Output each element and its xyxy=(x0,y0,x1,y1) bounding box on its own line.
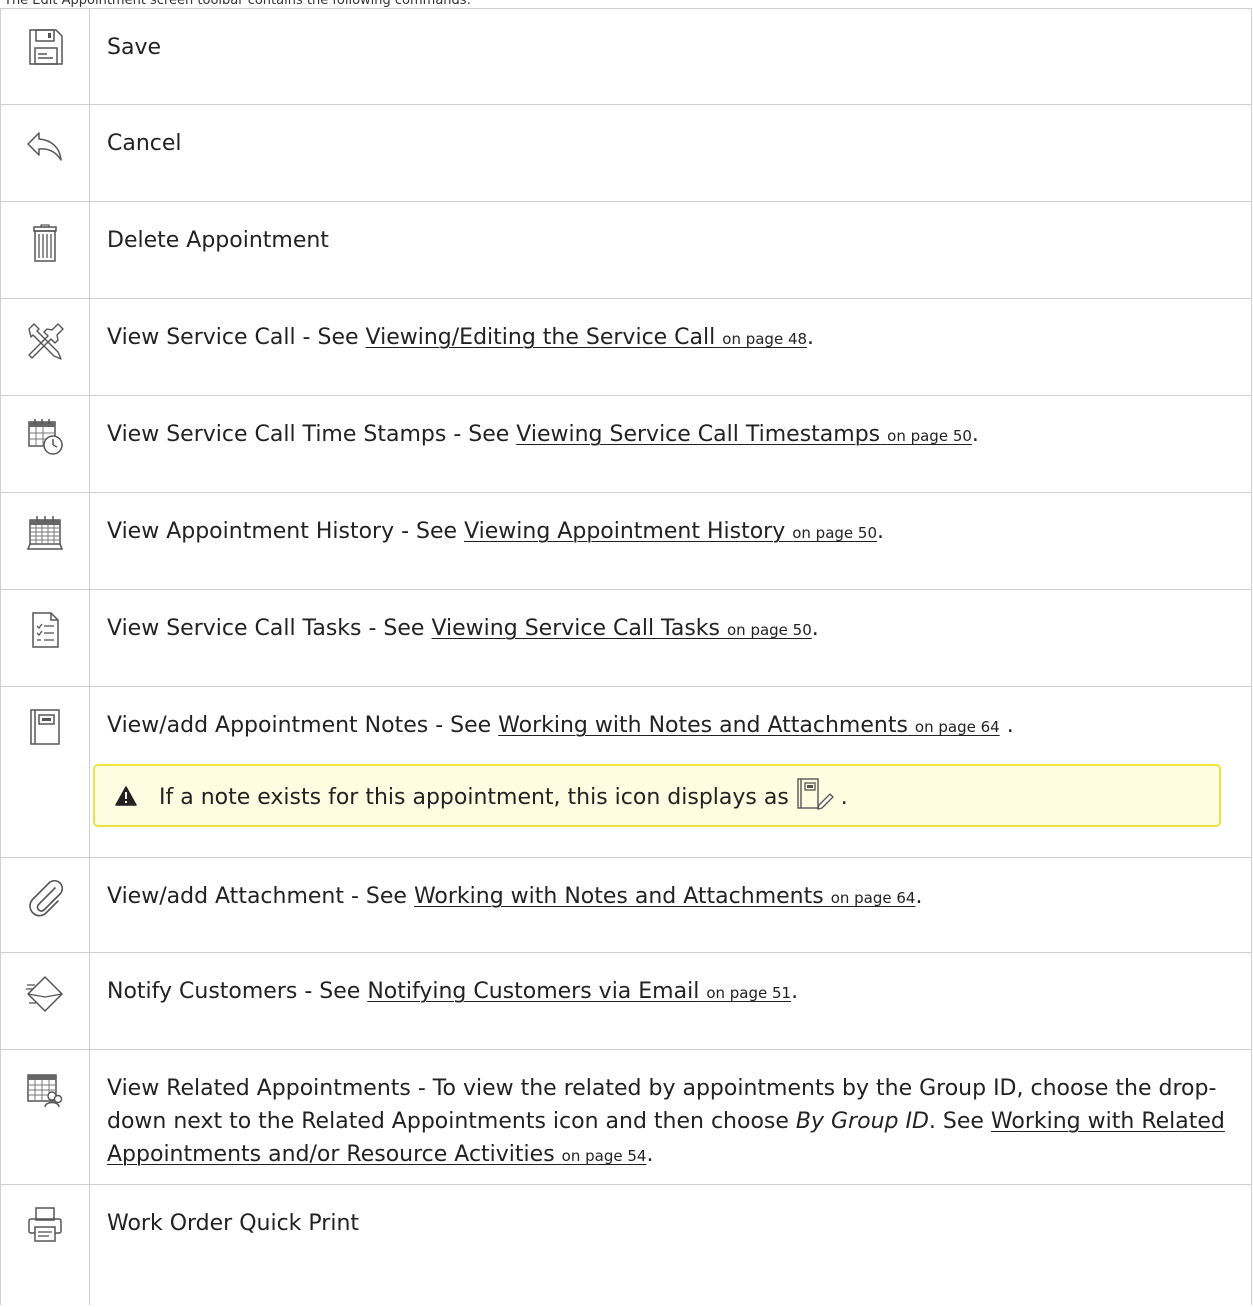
task-list-icon xyxy=(32,612,59,648)
cross-reference-link[interactable]: Viewing Appointment History on page 50 xyxy=(464,519,877,544)
table-row: Save xyxy=(0,8,1252,105)
command-label: Delete Appointment xyxy=(107,228,329,253)
undo-arrow-icon xyxy=(27,132,62,161)
cross-reference-link[interactable]: Viewing Service Call Timestamps on page … xyxy=(516,422,972,447)
cross-reference-link[interactable]: Viewing Service Call Tasks on page 50 xyxy=(431,616,811,641)
table-row: View Service Call Time Stamps - See View… xyxy=(0,395,1252,493)
table-row: View/add Attachment - See Working with N… xyxy=(0,857,1252,953)
paperclip-icon xyxy=(29,879,64,917)
table-row: Delete Appointment xyxy=(0,201,1252,299)
table-row: Notify Customers - See Notifying Custome… xyxy=(0,952,1252,1050)
floppy-disk-icon xyxy=(29,29,63,65)
table-row: Work Order Quick Print xyxy=(0,1184,1252,1305)
table-row: View Service Call Tasks - See Viewing Se… xyxy=(0,589,1252,687)
table-row: View Service Call - See Viewing/Editing … xyxy=(0,298,1252,396)
calendar-clock-icon xyxy=(28,419,63,455)
table-row: Cancel xyxy=(0,104,1252,202)
table-row: View/add Appointment Notes - See Working… xyxy=(0,686,1252,858)
command-label: Save xyxy=(107,35,162,60)
cross-reference-link[interactable]: Working with Notes and Attachments on pa… xyxy=(498,713,1000,738)
command-label: Cancel xyxy=(107,131,182,156)
trash-can-icon xyxy=(33,224,57,262)
tools-icon xyxy=(28,323,64,360)
cross-reference-link[interactable]: Working with Notes and Attachments on pa… xyxy=(414,884,916,909)
cross-reference-link[interactable]: Viewing/Editing the Service Call on page… xyxy=(366,325,808,350)
warning-icon xyxy=(115,785,137,806)
notebook-icon xyxy=(30,709,60,745)
calendar-people-icon xyxy=(27,1074,63,1108)
callout-text: If a note exists for this appointment, t… xyxy=(159,778,848,813)
command-label: Work Order Quick Print xyxy=(107,1211,360,1236)
calendar-history-icon xyxy=(26,516,64,550)
table-row: View Appointment History - See Viewing A… xyxy=(0,492,1252,590)
table-row: View Related Appointments - To view the … xyxy=(0,1049,1252,1185)
cross-reference-link[interactable]: Notifying Customers via Email on page 51 xyxy=(367,979,791,1004)
envelope-icon xyxy=(26,976,63,1012)
printer-icon xyxy=(28,1207,62,1242)
toolbar-commands-table: Save Cancel Delete Appointment View Serv… xyxy=(0,8,1252,1305)
notebook-pencil-icon xyxy=(797,778,834,810)
warning-callout: If a note exists for this appointment, t… xyxy=(93,764,1221,827)
